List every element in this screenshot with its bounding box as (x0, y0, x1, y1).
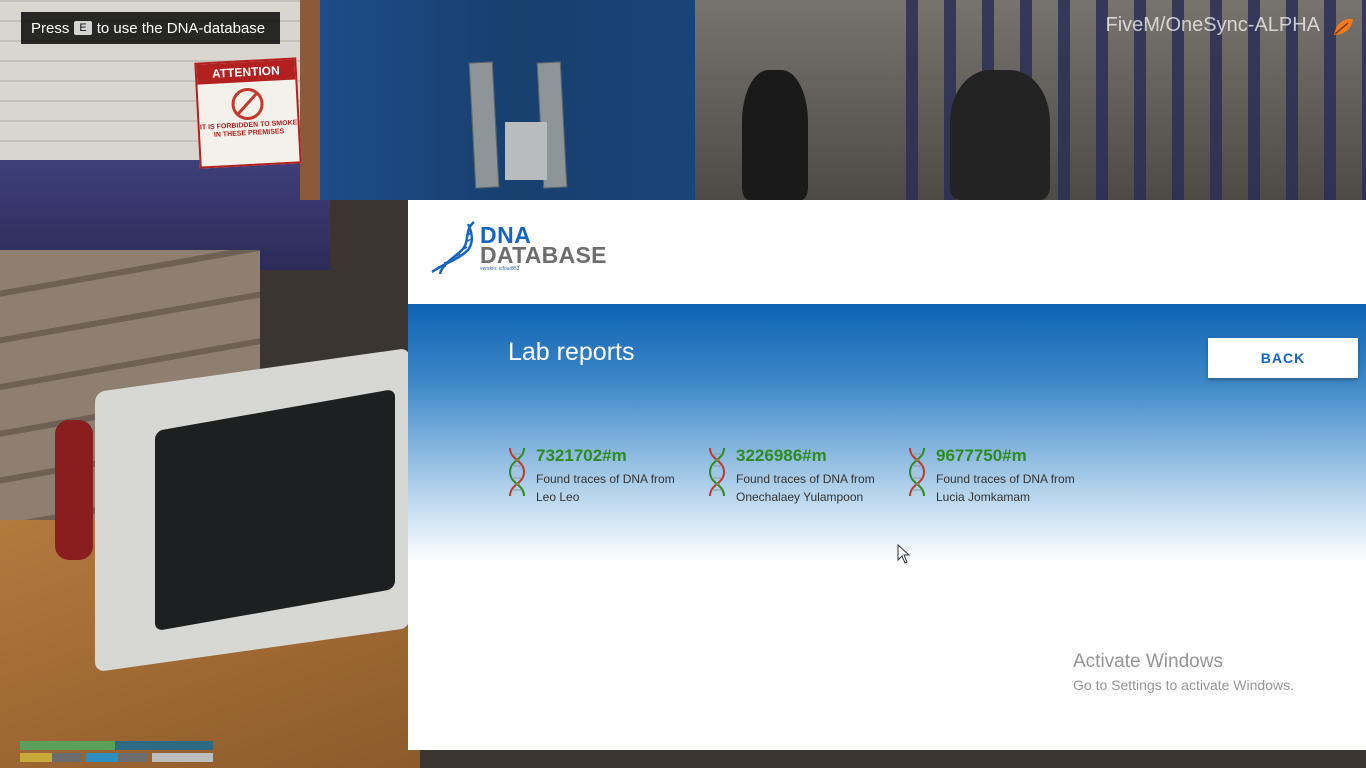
dna-database-window: DNA DATABASE version: icfour853 Lab repo… (408, 200, 1366, 750)
officer-character (742, 70, 808, 200)
activate-title: Activate Windows (1073, 651, 1223, 672)
prompt-prefix: Press (31, 19, 70, 37)
hooded-character (950, 70, 1050, 200)
server-watermark: FiveM/OneSync-ALPHA (1105, 14, 1320, 36)
fire-extinguisher (55, 420, 93, 560)
crt-screen (155, 388, 395, 632)
no-smoking-sign: ATTENTION IT IS FORBIDDEN TO SMOKE IN TH… (194, 57, 302, 169)
report-id: 3226986#m (736, 446, 827, 465)
report-desc-line1: Found traces of DNA from (536, 472, 675, 486)
report-desc-line1: Found traces of DNA from (936, 472, 1075, 486)
prompt-suffix: to use the DNA-database (96, 19, 266, 37)
back-button[interactable]: BACK (1208, 338, 1358, 378)
health-bar (20, 741, 213, 750)
fivem-logo-icon (1334, 18, 1353, 35)
report-description: Found traces of DNA from Lucia Jomkamam (936, 470, 1075, 506)
door-plate (505, 122, 547, 180)
lab-report-item[interactable]: 7321702#m Found traces of DNA from Leo L… (506, 446, 706, 506)
sign-text: IT IS FORBIDDEN TO SMOKE IN THESE PREMIS… (199, 119, 298, 139)
report-description: Found traces of DNA from Onechalaey Yula… (736, 470, 875, 506)
door-frame (300, 0, 322, 200)
report-subject: Onechalaey Yulampoon (736, 490, 864, 504)
status-bar (20, 753, 213, 762)
report-id: 7321702#m (536, 446, 627, 465)
sign-title: ATTENTION (196, 59, 296, 85)
dna-helix-icon (708, 447, 726, 497)
windows-activation-watermark: Activate Windows Go to Settings to activ… (1073, 651, 1294, 693)
keycap-e: E (74, 21, 92, 35)
dna-database-logo: DNA DATABASE version: icfour853 (428, 220, 607, 276)
app-body: Lab reports BACK 7321702#m Found traces … (408, 304, 1366, 750)
health-armor-bars (20, 741, 213, 765)
logo-database-text: DATABASE (480, 242, 607, 268)
app-header: DNA DATABASE version: icfour853 (408, 200, 1366, 304)
dna-helix-icon (908, 447, 926, 497)
activate-subtitle: Go to Settings to activate Windows. (1073, 677, 1294, 693)
report-subject: Leo Leo (536, 490, 580, 504)
no-smoking-icon (230, 87, 265, 121)
mouse-cursor-icon (897, 544, 911, 564)
lab-report-item[interactable]: 3226986#m Found traces of DNA from Onech… (706, 446, 906, 506)
report-desc-line1: Found traces of DNA from (736, 472, 875, 486)
lab-reports-list: 7321702#m Found traces of DNA from Leo L… (506, 446, 1106, 506)
dna-helix-icon (508, 447, 526, 497)
report-subject: Lucia Jomkamam (936, 490, 1031, 504)
report-description: Found traces of DNA from Leo Leo (536, 470, 675, 506)
report-id: 9677750#m (936, 446, 1027, 465)
page-title: Lab reports (508, 338, 635, 366)
lab-report-item[interactable]: 9677750#m Found traces of DNA from Lucia… (906, 446, 1106, 506)
interaction-prompt: Press E to use the DNA-database (21, 12, 281, 44)
dna-helix-logo-icon (431, 221, 475, 275)
